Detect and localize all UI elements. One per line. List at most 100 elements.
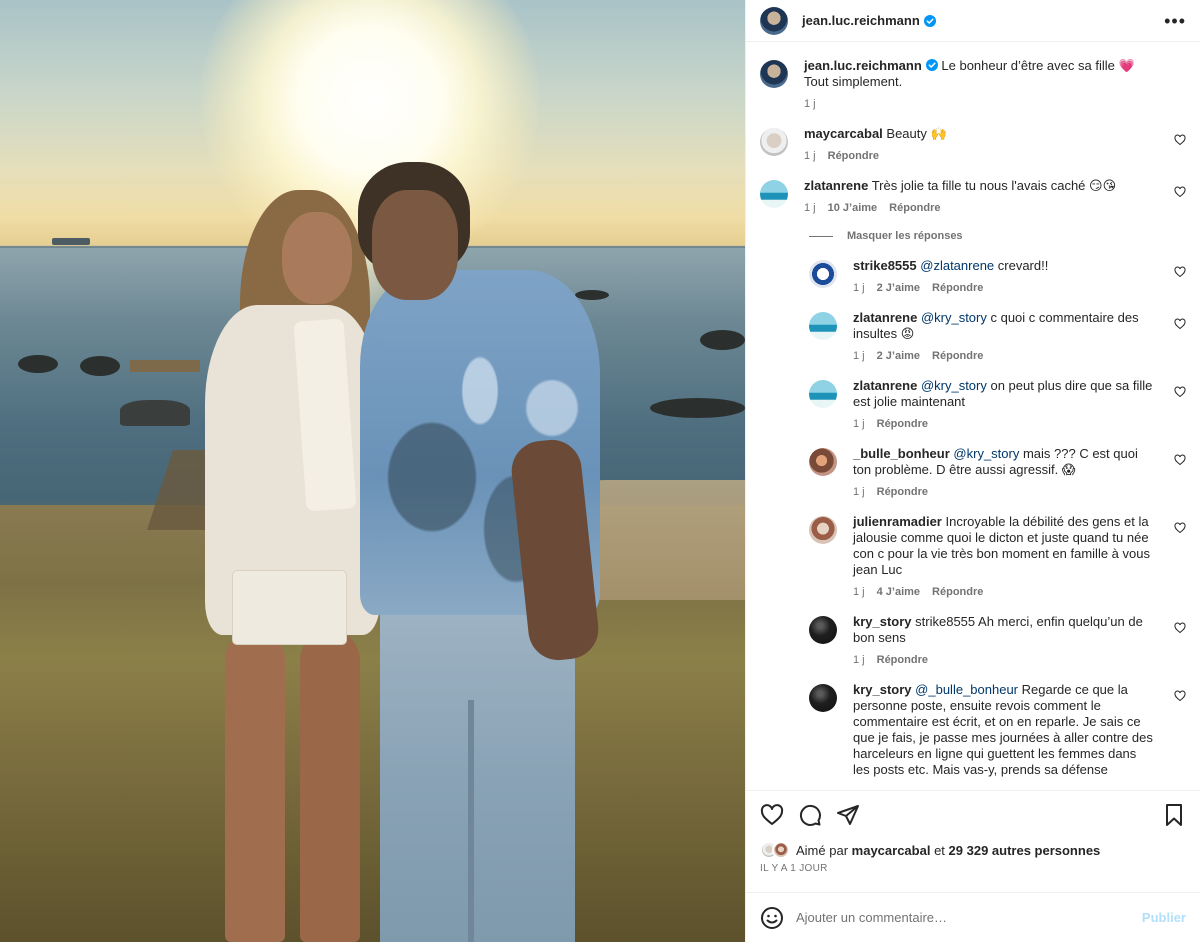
reply-body: strike8555 @zlatanrene crevard!! 1 j 2 J…	[853, 258, 1186, 296]
like-comment-heart-icon[interactable]	[1174, 522, 1186, 534]
comments-list[interactable]: jean.luc.reichmann Le bonheur d’être ave…	[746, 42, 1200, 790]
woman-leg	[300, 630, 360, 942]
likes-count[interactable]: 29 329 autres personnes	[949, 843, 1101, 858]
caption-username[interactable]: jean.luc.reichmann	[804, 58, 922, 73]
publish-button[interactable]: Publier	[1142, 910, 1186, 925]
reply: _bulle_bonheur @kry_story mais ??? C est…	[809, 446, 1186, 500]
add-comment-input[interactable]	[796, 910, 1142, 925]
commenter-avatar[interactable]	[809, 260, 837, 288]
commenter-avatar[interactable]	[809, 616, 837, 644]
rock	[575, 290, 609, 300]
commenter-avatar[interactable]	[809, 312, 837, 340]
heart-icon[interactable]	[760, 803, 784, 827]
reply-button[interactable]: Répondre	[877, 484, 928, 500]
reply-age: 1 j	[853, 586, 865, 598]
caption: jean.luc.reichmann Le bonheur d’être ave…	[760, 58, 1186, 112]
commenter-avatar[interactable]	[809, 380, 837, 408]
woman-face	[282, 212, 352, 304]
commenter-avatar[interactable]	[760, 128, 788, 156]
comment-username[interactable]: maycarcabal	[804, 126, 883, 141]
hide-replies-label: Masquer les réponses	[847, 230, 963, 242]
comment-age: 1 j	[804, 150, 816, 162]
reply-meta: 1 j 2 J’aime Répondre	[853, 280, 1156, 296]
post-date: IL Y A 1 JOUR	[760, 863, 828, 874]
comment-body: maycarcabal Beauty 🙌 1 j Répondre	[804, 126, 1186, 164]
reply-meta: 1 j Répondre	[853, 416, 1156, 432]
comment-text: Beauty 🙌	[886, 126, 947, 141]
rock	[18, 355, 58, 373]
caption-body: jean.luc.reichmann Le bonheur d’être ave…	[804, 58, 1186, 112]
reply-mention[interactable]: @zlatanrene	[920, 258, 994, 273]
caption-text-line2: Tout simplement.	[804, 74, 903, 89]
like-comment-heart-icon[interactable]	[1174, 690, 1186, 702]
likes-user[interactable]: maycarcabal	[852, 843, 931, 858]
commenter-avatar[interactable]	[809, 516, 837, 544]
post-photo[interactable]	[0, 0, 745, 942]
more-options-icon[interactable]: •••	[1164, 12, 1186, 30]
rock	[700, 330, 745, 350]
reply-username[interactable]: kry_story	[853, 614, 912, 629]
comment-body: zlatanrene Très jolie ta fille tu nous l…	[804, 178, 1186, 216]
add-comment-bar: Publier	[746, 892, 1200, 942]
reply-age: 1 j	[853, 282, 865, 294]
reply: zlatanrene @kry_story on peut plus dire …	[809, 378, 1186, 432]
reply: kry_story @_bulle_bonheur Regarde ce que…	[809, 682, 1186, 778]
reply-mention[interactable]: @kry_story	[953, 446, 1019, 461]
reply-body: julienramadier Incroyable la débilité de…	[853, 514, 1186, 600]
likes-summary: Aimé par maycarcabal et 29 329 autres pe…	[746, 838, 1200, 862]
caption-text: Le bonheur d’être avec sa fille 💗	[941, 58, 1135, 73]
post-actions-bar	[746, 790, 1200, 838]
comment: zlatanrene Très jolie ta fille tu nous l…	[760, 178, 1186, 216]
like-comment-heart-icon[interactable]	[1174, 266, 1186, 278]
like-comment-heart-icon[interactable]	[1174, 186, 1186, 198]
reply-body: kry_story @_bulle_bonheur Regarde ce que…	[853, 682, 1186, 778]
owner-avatar[interactable]	[760, 60, 788, 88]
reply-username[interactable]: julienramadier	[853, 514, 942, 529]
reply-mention[interactable]: @kry_story	[921, 310, 987, 325]
reply-likes[interactable]: 2 J’aime	[877, 348, 920, 364]
reply-button[interactable]: Répondre	[877, 652, 928, 668]
hide-replies-button[interactable]: Masquer les réponses	[809, 230, 1186, 242]
reply-body: kry_story strike8555 Ah merci, enfin que…	[853, 614, 1186, 668]
emoji-icon[interactable]	[760, 906, 784, 930]
post-header: jean.luc.reichmann •••	[746, 0, 1200, 42]
distant-ship	[52, 238, 90, 245]
likes-prefix: Aimé par	[796, 842, 849, 858]
comment-text: Très jolie ta fille tu nous l'avais cach…	[871, 178, 1117, 193]
reply-username[interactable]: kry_story	[853, 682, 912, 697]
like-comment-heart-icon[interactable]	[1174, 386, 1186, 398]
reply-button[interactable]: Répondre	[828, 148, 879, 164]
reply-likes[interactable]: 4 J’aime	[877, 584, 920, 600]
reply-username[interactable]: _bulle_bonheur	[853, 446, 950, 461]
reply-mention[interactable]: @_bulle_bonheur	[915, 682, 1018, 697]
reply-mention[interactable]: @kry_story	[921, 378, 987, 393]
like-comment-heart-icon[interactable]	[1174, 318, 1186, 330]
reply-button[interactable]: Répondre	[877, 416, 928, 432]
comment-username[interactable]: zlatanrene	[804, 178, 868, 193]
comment-icon[interactable]	[798, 803, 822, 827]
comment-likes[interactable]: 10 J’aime	[828, 200, 878, 216]
replies-list: strike8555 @zlatanrene crevard!! 1 j 2 J…	[809, 258, 1186, 778]
reply-button[interactable]: Répondre	[889, 200, 940, 216]
reply-username[interactable]: strike8555	[853, 258, 917, 273]
caption-age: 1 j	[804, 98, 816, 110]
owner-username[interactable]: jean.luc.reichmann	[802, 13, 920, 28]
commenter-avatar[interactable]	[809, 448, 837, 476]
reply-button[interactable]: Répondre	[932, 348, 983, 364]
bookmark-icon[interactable]	[1162, 803, 1186, 827]
commenter-avatar[interactable]	[809, 684, 837, 712]
reply-body: _bulle_bonheur @kry_story mais ??? C est…	[853, 446, 1186, 500]
reply-button[interactable]: Répondre	[932, 584, 983, 600]
commenter-avatar[interactable]	[760, 180, 788, 208]
replies-divider	[809, 235, 833, 237]
owner-avatar[interactable]	[760, 6, 788, 35]
reply-username[interactable]: zlatanrene	[853, 378, 917, 393]
like-comment-heart-icon[interactable]	[1174, 454, 1186, 466]
reply-username[interactable]: zlatanrene	[853, 310, 917, 325]
reply-button[interactable]: Répondre	[932, 280, 983, 296]
reply-likes[interactable]: 2 J’aime	[877, 280, 920, 296]
like-comment-heart-icon[interactable]	[1174, 134, 1186, 146]
like-comment-heart-icon[interactable]	[1174, 622, 1186, 634]
share-icon[interactable]	[836, 803, 860, 827]
post-window: jean.luc.reichmann ••• jean.luc.reichman…	[0, 0, 1200, 942]
